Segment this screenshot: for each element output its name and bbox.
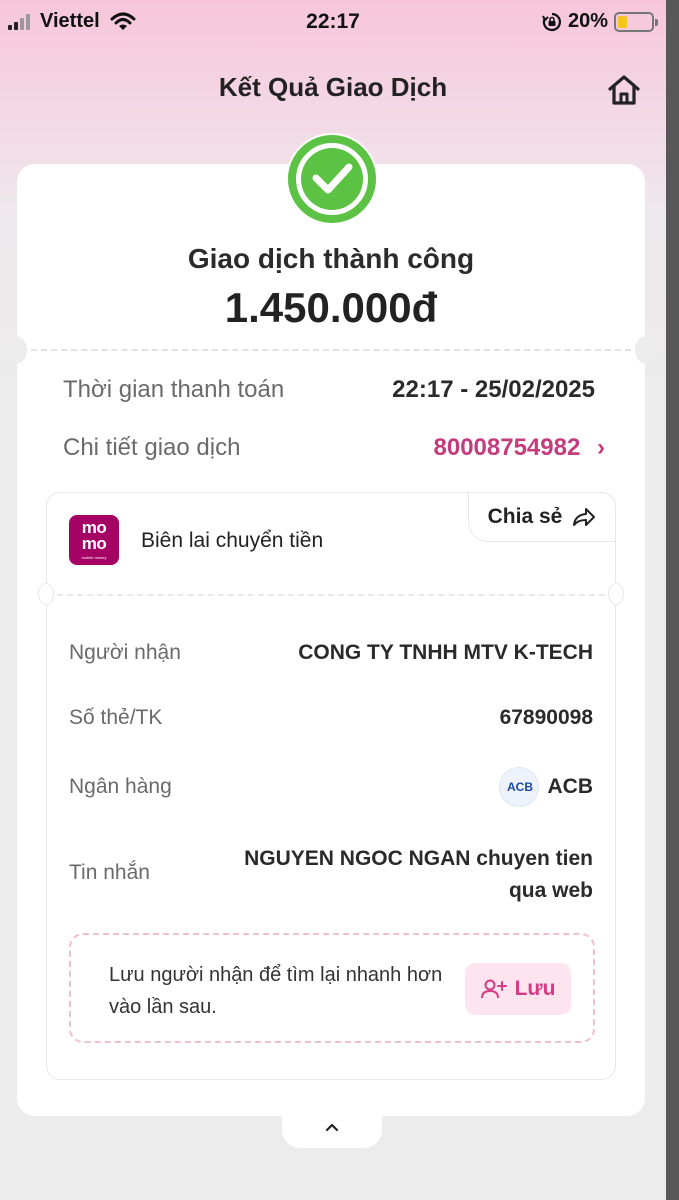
chevron-right-icon: › [597, 434, 605, 461]
save-recipient-button[interactable]: Lưu [465, 963, 571, 1015]
card-notch-left [5, 336, 27, 364]
share-label: Chia sẻ [487, 505, 563, 528]
receipt-card: mo mo mobile money Biên lai chuyển tiền … [38, 492, 624, 1080]
home-icon[interactable] [604, 70, 644, 110]
payment-time-value: 22:17 - 25/02/2025 [392, 376, 595, 403]
right-edge [666, 0, 679, 1200]
receipt-notch-left [38, 583, 54, 605]
receipt-divider [57, 594, 605, 596]
card-divider [31, 349, 631, 351]
bank-value: ACB [547, 775, 594, 798]
battery-percent: 20% [567, 10, 608, 32]
save-recipient-box: Lưu người nhận để tìm lại nhanh hơn vào … [69, 933, 595, 1043]
user-plus-icon [480, 979, 507, 999]
receipt-notch-right [608, 583, 624, 605]
bank-label: Ngân hàng [69, 775, 172, 798]
save-recipient-text: Lưu người nhận để tìm lại nhanh hơn vào … [109, 964, 443, 1018]
save-button-label: Lưu [514, 977, 556, 1000]
status-right: 20% [542, 10, 658, 33]
chevron-up-icon[interactable] [322, 1120, 342, 1134]
status-bar: Viettel 22:17 20% [0, 0, 666, 46]
check-circle-icon [286, 133, 378, 225]
battery-icon [614, 11, 658, 32]
message-value: NGUYEN NGOC NGAN chuyen tien qua web [244, 847, 593, 902]
orientation-lock-icon [542, 12, 561, 31]
screen: Viettel 22:17 20% Kết Quả Giao Dịch Thời… [0, 0, 666, 1200]
payment-time-label: Thời gian thanh toán [63, 376, 285, 403]
message-label: Tin nhắn [69, 861, 150, 884]
transaction-id: 80008754982 [433, 434, 581, 461]
share-button[interactable]: Chia sẻ [468, 492, 616, 542]
acb-logo: ACB [499, 767, 539, 807]
recipient-value: CONG TY TNHH MTV K-TECH [298, 641, 593, 664]
recipient-label: Người nhận [69, 641, 181, 664]
card-notch-right [635, 336, 657, 364]
account-value: 67890098 [499, 706, 593, 729]
share-arrow-icon [573, 508, 596, 526]
status-title: Giao dịch thành công [187, 243, 475, 274]
amount: 1.450.000đ [224, 284, 438, 331]
transaction-detail-link[interactable]: 80008754982 › [434, 434, 606, 462]
transaction-detail-label: Chi tiết giao dịch [63, 434, 241, 461]
account-label: Số thẻ/TK [69, 706, 163, 729]
page-title: Kết Quả Giao Dịch [218, 72, 448, 102]
receipt-title: Biên lai chuyển tiền [141, 529, 324, 552]
momo-logo: mo mo mobile money [69, 515, 119, 565]
